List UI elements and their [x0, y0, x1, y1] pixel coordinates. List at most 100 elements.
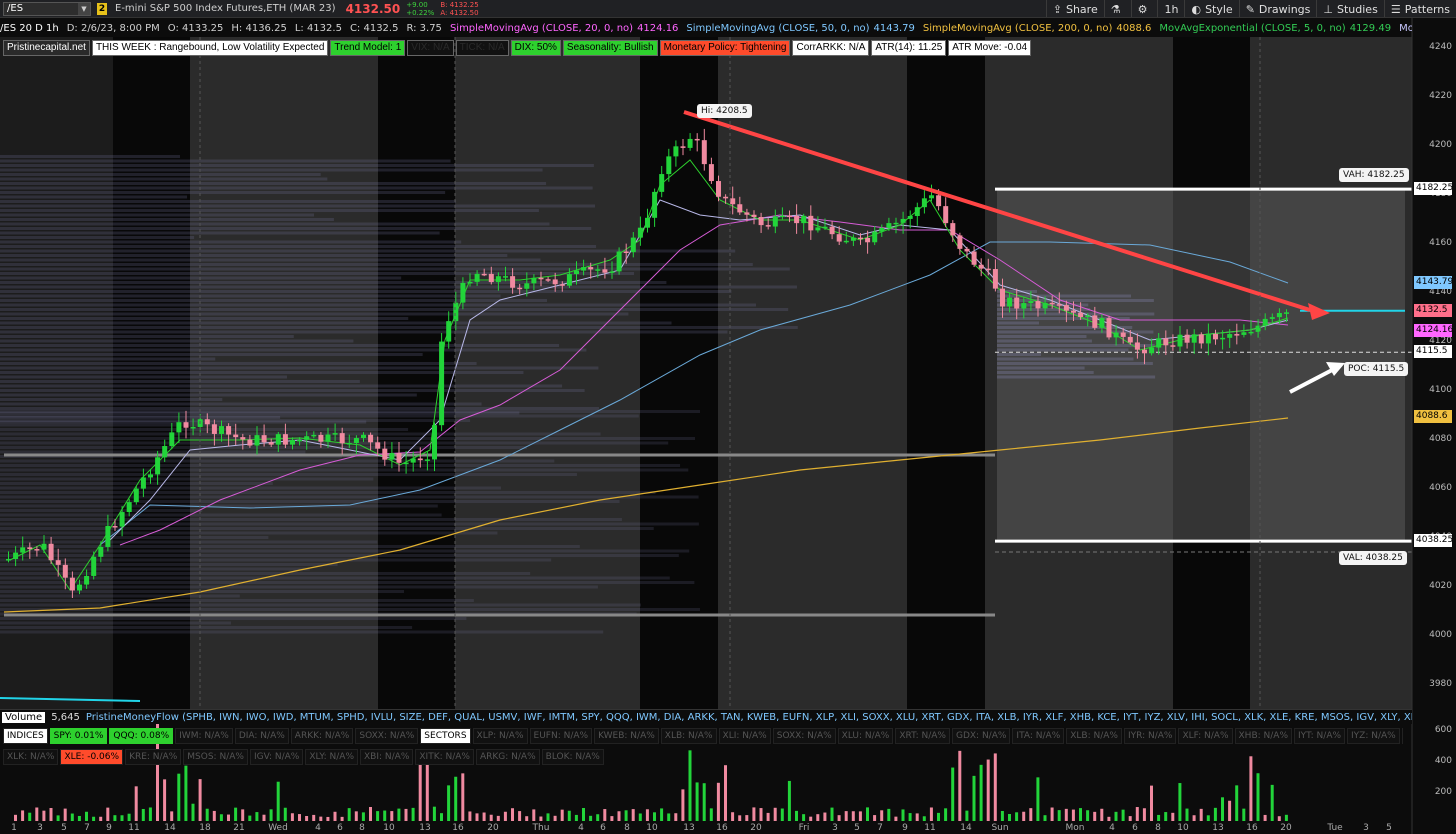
volume-profile-bar: [0, 168, 543, 172]
candle: [453, 302, 459, 322]
volume-profile-bar: [0, 482, 273, 485]
volume-bar: [1277, 816, 1281, 821]
volume-bar: [1270, 784, 1274, 821]
candle: [936, 195, 942, 207]
candle: [13, 552, 19, 560]
volume-profile-bar: [0, 419, 471, 422]
volume-profile-bar: [997, 335, 1087, 338]
candle: [787, 215, 792, 218]
study-sma20[interactable]: SimpleMovingAvg (CLOSE, 20, 0, no): [450, 23, 633, 34]
sector-badge: XLB: N/A%: [660, 728, 717, 744]
candle: [1092, 315, 1098, 328]
price-tick-label: 3980: [1429, 679, 1452, 689]
volume-bar: [716, 782, 720, 821]
vah-callout: VAH: 4182.25: [1339, 168, 1409, 182]
time-tick-label: 7: [877, 823, 883, 833]
candle: [34, 549, 40, 551]
study-ema5-value: 4129.49: [1349, 22, 1392, 34]
volume-bar: [383, 810, 387, 821]
candle: [1269, 317, 1275, 319]
time-tick-label: 13: [419, 823, 431, 833]
volume-bar: [482, 812, 486, 821]
volume-profile-bar: [0, 375, 287, 379]
volume-profile-bar: [0, 522, 699, 526]
sector-badge: XLI: N/A%: [718, 728, 771, 744]
time-tick-label: 20: [750, 823, 762, 833]
volume-bar: [77, 815, 81, 821]
time-tick-label: 3: [1363, 823, 1369, 833]
volume-profile-bar: [0, 527, 654, 530]
volume-bar: [85, 811, 88, 821]
sector-badge: INDICES: [3, 728, 48, 744]
bar-low: L: 4132.5: [294, 22, 342, 34]
time-tick-label: 13: [1212, 823, 1224, 833]
candle: [424, 459, 430, 461]
time-tick-label: 6: [337, 823, 343, 833]
volume-bar: [262, 814, 266, 821]
volume-bar: [1114, 811, 1118, 821]
volume-bar: [269, 809, 273, 821]
candle: [346, 443, 352, 445]
candle: [517, 287, 523, 290]
price-tick-label: 4060: [1429, 483, 1452, 493]
volume-bar: [1071, 809, 1075, 821]
candle: [1134, 342, 1140, 350]
volume-profile-bar: [997, 357, 1134, 361]
volume-bar: [610, 816, 614, 821]
volume-bar: [787, 780, 791, 821]
candle: [240, 437, 246, 440]
candle: [1163, 338, 1169, 346]
candle: [297, 439, 303, 442]
volume-bar: [1228, 800, 1232, 821]
study-sma50[interactable]: SimpleMovingAvg (CLOSE, 50, 0, no): [686, 23, 869, 34]
sector-badge: SPY: 0.01%: [49, 728, 108, 744]
candle: [503, 276, 508, 278]
volume-profile-bar: [0, 159, 451, 163]
candle: [623, 251, 629, 254]
volume-bar: [191, 803, 195, 821]
volume-bar: [170, 811, 174, 821]
volume-bar: [14, 814, 17, 821]
indices-row: INDICES SPY: 0.01% QQQ: 0.08% IWM: N/A% DIA:…: [3, 728, 1403, 744]
volume-profile-bar: [0, 258, 541, 262]
volume-tick-label: 400: [1434, 756, 1452, 766]
candle: [992, 269, 998, 289]
study-ema2[interactable]: MovAvgExponential (CLOSE,...: [1399, 23, 1412, 34]
volume-bar: [929, 807, 933, 821]
volume-profile-bar: [997, 348, 1129, 352]
candle: [382, 448, 388, 460]
sector-badge: XLU: N/A%: [837, 728, 894, 744]
volume-profile-bar: [0, 581, 695, 584]
volume-bar: [425, 763, 429, 821]
volume-bar: [1100, 808, 1104, 821]
volume-bar: [645, 809, 649, 821]
candle: [765, 225, 771, 227]
study-sma200[interactable]: SimpleMovingAvg (CLOSE, 200, 0, no): [923, 23, 1113, 34]
candle: [758, 217, 764, 226]
candle: [872, 231, 878, 243]
volume-profile-bar: [997, 362, 1153, 365]
time-tick-label: Thu: [532, 823, 550, 833]
time-tick-label: Sun: [991, 823, 1009, 833]
volume-bar: [596, 814, 600, 821]
candle: [964, 248, 970, 252]
candle: [858, 237, 863, 240]
candle: [716, 181, 721, 197]
volume-bar: [1086, 810, 1090, 821]
candle: [1191, 334, 1197, 343]
candle: [1085, 315, 1091, 317]
volume-profile-bar: [997, 371, 1094, 374]
volume-profile-bar: [0, 576, 670, 580]
volume-bar: [1213, 807, 1217, 821]
sector-badge: IYT: N/A%: [1294, 728, 1346, 744]
price-tick-label: 4020: [1429, 581, 1452, 591]
volume-bar: [837, 815, 841, 821]
sector-badge: XLY: N/A%: [305, 749, 359, 765]
indicator-badge: Seasonality: Bullish: [562, 40, 658, 56]
money-flow-study[interactable]: PristineMoneyFlow (SPHB, IWN, IWO, IWD, …: [86, 712, 1412, 723]
time-axis[interactable]: 1 3 5 7 9 11 14 18 21 Wed 4 6 8 10 13 16 20 Thu 4 6 8 10 13 16 2…: [0, 822, 1412, 834]
bar-close: C: 4132.5: [349, 22, 399, 34]
candle: [616, 251, 622, 272]
study-ema5[interactable]: MovAvgExponential (CLOSE, 5, 0, no): [1159, 23, 1345, 34]
time-tick-label: 7: [84, 823, 90, 833]
